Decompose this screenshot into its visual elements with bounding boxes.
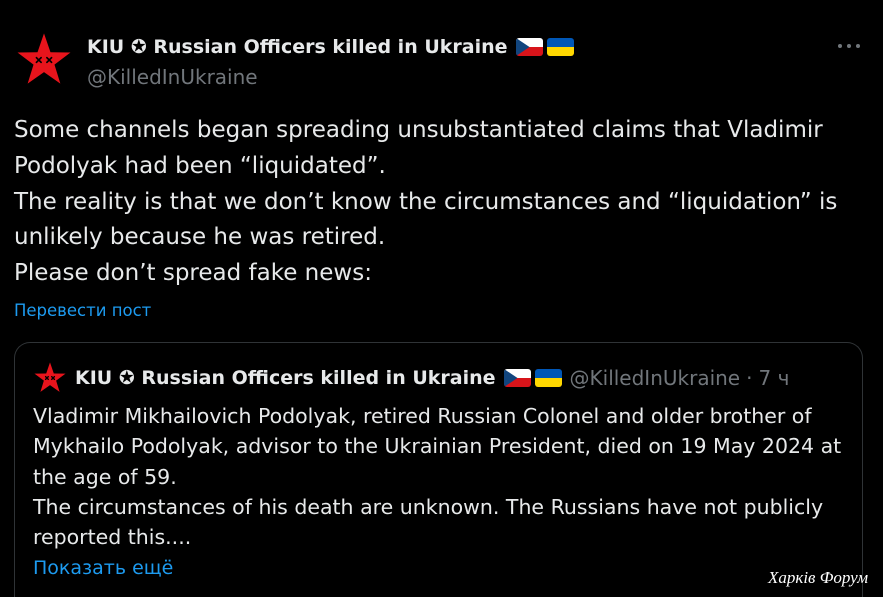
- show-more-link[interactable]: Показать ещё: [33, 557, 173, 579]
- post-text-line: Please don’t spread fake news:: [14, 260, 372, 286]
- quoted-text-line: reported this....: [33, 525, 192, 549]
- quoted-author-row: KIU ✪ Russian Officers killed in Ukraine…: [75, 366, 789, 390]
- post-text-line: The reality is that we don’t know the ci…: [14, 188, 838, 215]
- author-name-row: KIU ✪ Russian Officers killed in Ukraine: [87, 35, 574, 59]
- quoted-post-text: Vladimir Mikhailovich Podolyak, retired …: [33, 401, 841, 552]
- quoted-author-handle[interactable]: @KilledInUkraine: [570, 366, 741, 390]
- post-text-line: unlikely because he was retired.: [14, 224, 386, 251]
- quoted-text-line: The circumstances of his death are unkno…: [33, 494, 824, 519]
- red-star-icon: [17, 33, 71, 84]
- quoted-author-display-name[interactable]: KIU ✪ Russian Officers killed in Ukraine: [75, 366, 496, 390]
- post-text: Some channels began spreading unsubstant…: [14, 113, 837, 292]
- quoted-text-line: Mykhailo Podolyak, advisor to the Ukrain…: [33, 434, 842, 459]
- czech-flag-icon: [515, 38, 543, 56]
- translate-post-link[interactable]: Перевести пост: [14, 300, 151, 322]
- more-dot: [838, 44, 842, 48]
- author-handle[interactable]: @KilledInUkraine: [87, 65, 258, 89]
- more-dot: [856, 44, 860, 48]
- ukraine-flag-icon: [546, 38, 574, 56]
- watermark: Харків Форум: [768, 568, 869, 587]
- red-star-icon: [34, 362, 66, 392]
- more-options-icon[interactable]: [838, 36, 860, 56]
- post-text-line: Some channels began spreading unsubstant…: [14, 117, 823, 143]
- ukraine-flag-icon: [534, 369, 562, 387]
- post-text-line: Podolyak had been “liquidated”.: [14, 152, 386, 179]
- quoted-post-time[interactable]: 7 ч: [758, 366, 789, 390]
- more-dot: [847, 44, 851, 48]
- quoted-text-line: Vladimir Mikhailovich Podolyak, retired …: [33, 404, 812, 428]
- czech-flag-icon: [503, 369, 531, 387]
- quoted-author-avatar[interactable]: [33, 361, 67, 395]
- quoted-text-line: the age of 59.: [33, 464, 177, 489]
- quoted-post-card[interactable]: KIU ✪ Russian Officers killed in Ukraine…: [14, 342, 863, 597]
- meta-separator: ·: [746, 366, 753, 390]
- author-avatar[interactable]: [15, 31, 73, 89]
- author-display-name[interactable]: KIU ✪ Russian Officers killed in Ukraine: [87, 35, 508, 59]
- tweet-page: KIU ✪ Russian Officers killed in Ukraine…: [0, 0, 883, 597]
